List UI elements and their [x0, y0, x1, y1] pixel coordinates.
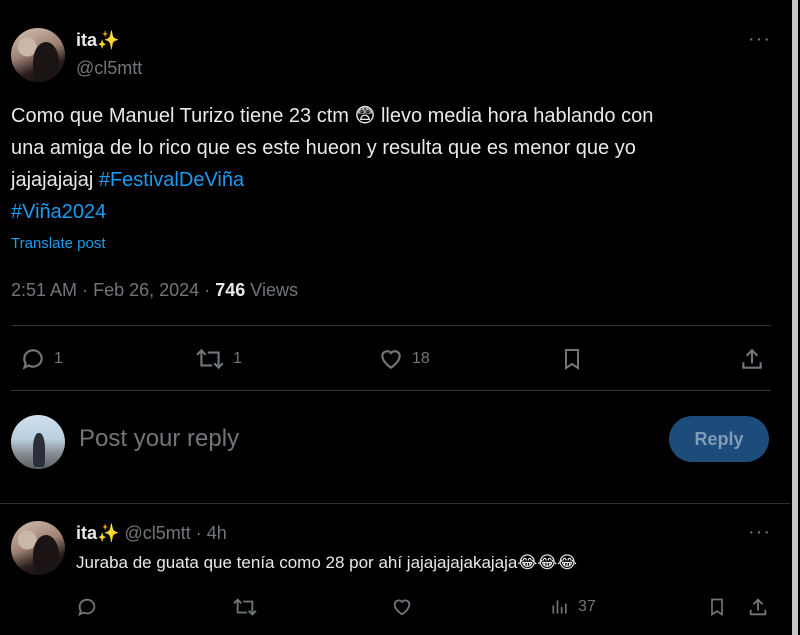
bookmark-icon	[711, 598, 723, 617]
fearful-face-emoji: 😨	[354, 105, 376, 127]
reply-author-handle[interactable]: @cl5mtt	[124, 523, 190, 543]
heart-icon	[381, 350, 401, 369]
text-segment: llevo media hora hablando con	[380, 105, 654, 127]
sparkle-emoji: ✨	[97, 523, 120, 543]
post-time[interactable]: 2:51 AM	[11, 280, 77, 300]
more-options-icon[interactable]: ···	[748, 28, 771, 51]
share-action[interactable]	[739, 346, 765, 372]
author-name-text: ita	[76, 30, 98, 50]
reply-icon	[78, 598, 96, 617]
reply-count: 1	[54, 350, 63, 367]
heart-icon	[393, 599, 411, 616]
repost-count: 1	[233, 350, 242, 367]
reply-views-count: 37	[578, 598, 596, 615]
divider	[11, 390, 771, 391]
repost-action[interactable]: 1	[195, 346, 242, 372]
separator: ·	[204, 280, 211, 300]
translate-post-link[interactable]: Translate post	[11, 235, 106, 252]
reply-text: Juraba de guata que tenía como 28 por ah…	[76, 553, 577, 573]
repost-icon	[233, 598, 257, 616]
reply-like-action[interactable]	[391, 596, 413, 618]
text-segment: Como que Manuel Turizo tiene 23 ctm	[11, 105, 349, 127]
laughing-emoji: 😂😂😂	[517, 553, 577, 572]
divider	[0, 503, 790, 504]
like-count: 18	[412, 350, 430, 367]
reply-action[interactable]: 1	[20, 346, 63, 372]
reply-reply-action[interactable]	[76, 596, 98, 618]
scrollbar[interactable]	[792, 0, 798, 635]
post-date[interactable]: Feb 26, 2024	[93, 280, 199, 300]
text-segment: Juraba de guata que tenía como 28 por ah…	[76, 553, 518, 572]
sparkle-emoji: ✨	[97, 30, 120, 50]
analytics-icon	[552, 600, 567, 614]
reply-button[interactable]: Reply	[669, 416, 769, 462]
divider	[11, 325, 771, 326]
bookmark-icon	[565, 349, 579, 370]
reply-author-name[interactable]: ita	[76, 523, 97, 543]
reply-more-options-icon[interactable]: ···	[748, 521, 771, 544]
reply-header: ita✨ @cl5mtt · 4h	[76, 523, 227, 544]
user-avatar[interactable]	[11, 415, 65, 469]
reply-time[interactable]: 4h	[207, 523, 227, 543]
bookmark-action[interactable]	[560, 346, 584, 372]
reply-bookmark-action[interactable]	[707, 596, 727, 618]
post-text-line-2: una amiga de lo rico que es este hueon y…	[11, 137, 636, 159]
author-name[interactable]: ita✨	[76, 30, 119, 51]
like-action[interactable]: 18	[378, 346, 430, 372]
hashtag-link[interactable]: #FestivalDeViña	[99, 169, 244, 191]
reply-author-avatar[interactable]	[11, 521, 65, 575]
post-meta: 2:51 AM · Feb 26, 2024 · 746 Views	[11, 280, 298, 301]
views-count: 746	[215, 280, 246, 300]
reply-input[interactable]: Post your reply	[79, 425, 639, 453]
separator: ·	[82, 280, 89, 300]
views-label: Views	[250, 280, 298, 300]
text-segment: jajajajajaj	[11, 169, 94, 191]
share-icon	[749, 598, 767, 616]
reply-views-action[interactable]: 37	[550, 596, 596, 618]
reply-icon	[22, 349, 43, 370]
reply-repost-action[interactable]	[232, 596, 258, 618]
post-text: Como que Manuel Turizo tiene 23 ctm 😨 ll…	[11, 100, 781, 228]
hashtag-link[interactable]: #Viña2024	[11, 196, 781, 228]
post-text-line-1: Como que Manuel Turizo tiene 23 ctm 😨 ll…	[11, 100, 781, 132]
author-avatar[interactable]	[11, 28, 65, 82]
share-icon	[742, 348, 762, 369]
author-handle[interactable]: @cl5mtt	[76, 58, 142, 79]
separator: ·	[195, 523, 202, 543]
reply-share-action[interactable]	[747, 596, 769, 618]
post-text-line-3: jajajajajaj #FestivalDeViña	[11, 164, 781, 196]
repost-icon	[196, 348, 224, 370]
